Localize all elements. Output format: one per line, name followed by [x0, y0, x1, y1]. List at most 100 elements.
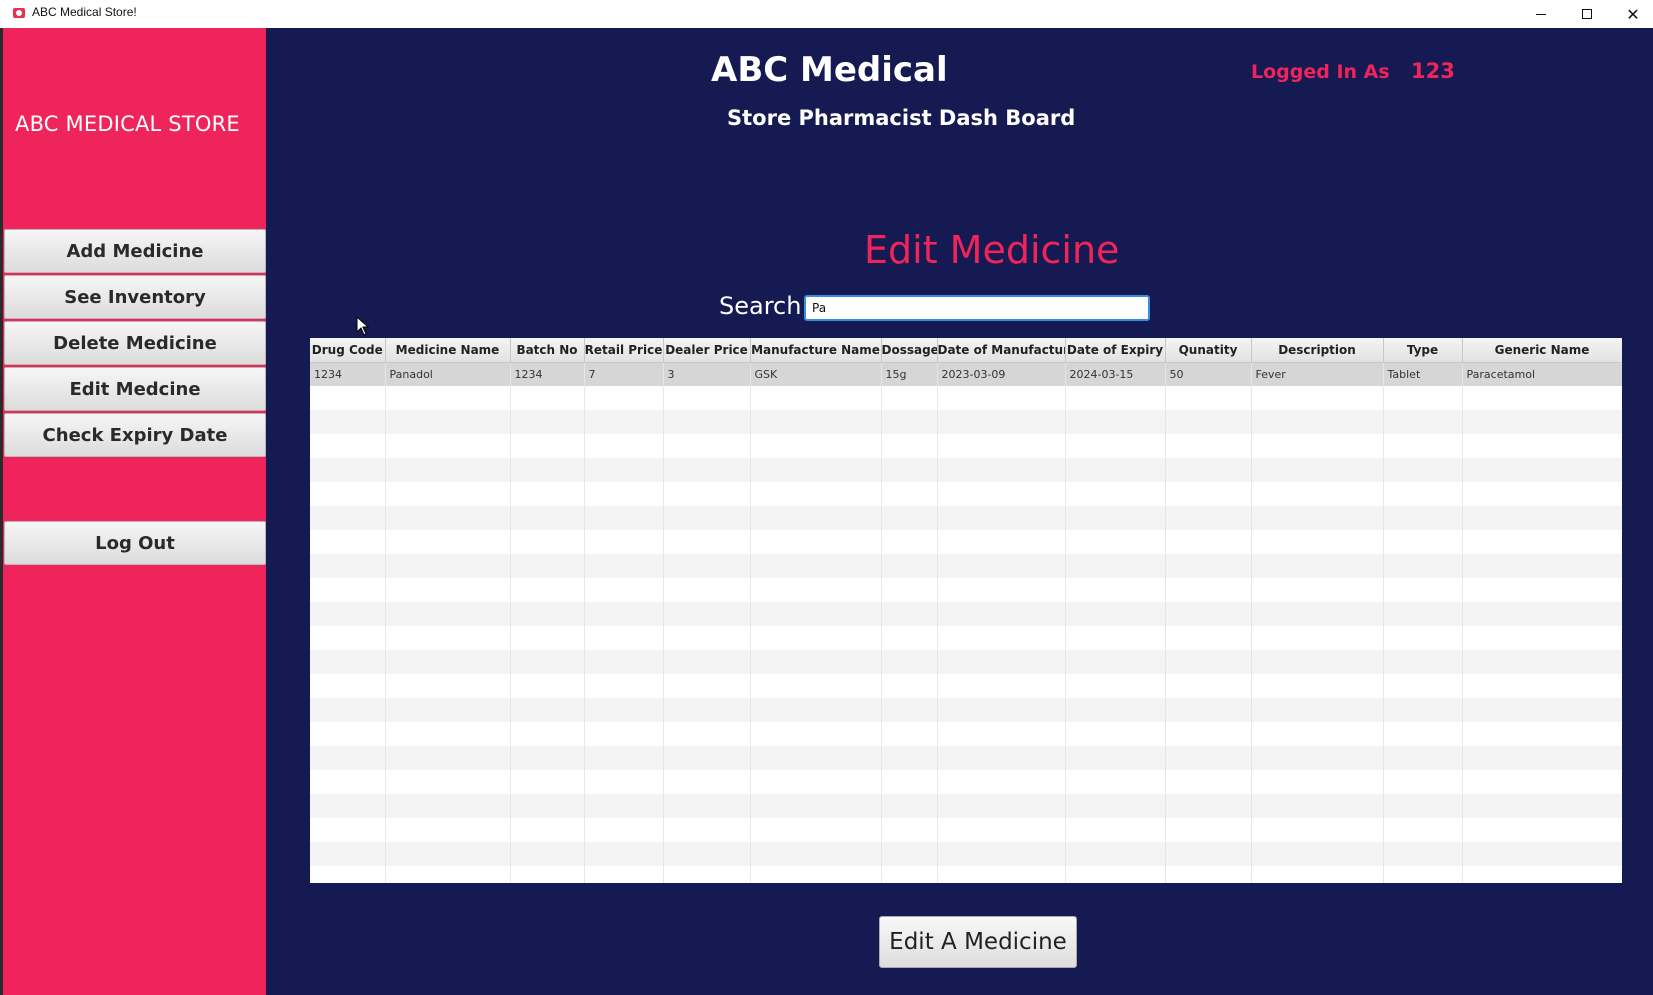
add-medicine-button[interactable]: Add Medicine: [4, 229, 266, 273]
empty-table-cell: [1065, 722, 1166, 746]
empty-table-cell: [310, 386, 386, 410]
column-header[interactable]: Medicine Name: [385, 338, 511, 363]
column-header[interactable]: Type: [1383, 338, 1463, 363]
minimize-icon[interactable]: [1518, 0, 1564, 28]
empty-table-cell: [510, 770, 585, 794]
empty-table-cell: [510, 674, 585, 698]
column-header[interactable]: Date of Manufacture: [937, 338, 1066, 363]
empty-table-cell: [1065, 602, 1166, 626]
empty-table-cell: [1251, 866, 1384, 883]
empty-table-cell: [584, 842, 664, 866]
empty-table-cell: [1383, 722, 1463, 746]
empty-table-cell: [937, 530, 1066, 554]
table-cell: 50: [1165, 362, 1252, 386]
empty-table-cell: [750, 818, 882, 842]
empty-table-cell: [1383, 866, 1463, 883]
column-header[interactable]: Drug Code: [310, 338, 386, 363]
empty-table-cell: [385, 746, 511, 770]
empty-table-cell: [1165, 770, 1252, 794]
empty-table-cell: [881, 722, 938, 746]
empty-table-cell: [310, 626, 386, 650]
empty-table-cell: [937, 794, 1066, 818]
empty-table-cell: [510, 794, 585, 818]
empty-table-cell: [1251, 386, 1384, 410]
empty-table-cell: [385, 458, 511, 482]
column-header[interactable]: Qunatity: [1165, 338, 1252, 363]
column-header[interactable]: Dossage: [881, 338, 938, 363]
empty-table-row: [310, 530, 1622, 554]
empty-table-cell: [1165, 506, 1252, 530]
empty-table-cell: [584, 602, 664, 626]
empty-table-cell: [385, 578, 511, 602]
empty-table-cell: [584, 578, 664, 602]
empty-table-cell: [937, 578, 1066, 602]
maximize-icon[interactable]: [1564, 0, 1610, 28]
empty-table-cell: [1065, 842, 1166, 866]
empty-table-cell: [1383, 554, 1463, 578]
empty-table-cell: [750, 722, 882, 746]
empty-table-cell: [937, 698, 1066, 722]
empty-table-cell: [663, 794, 751, 818]
empty-table-cell: [663, 842, 751, 866]
empty-table-cell: [1383, 434, 1463, 458]
empty-table-cell: [385, 386, 511, 410]
empty-table-cell: [1383, 386, 1463, 410]
empty-table-row: [310, 650, 1622, 674]
search-input[interactable]: [804, 295, 1150, 321]
empty-table-cell: [1165, 410, 1252, 434]
empty-table-cell: [1383, 626, 1463, 650]
empty-table-cell: [750, 674, 882, 698]
empty-table-cell: [750, 578, 882, 602]
column-header[interactable]: Description: [1251, 338, 1384, 363]
medicine-table[interactable]: Drug Code Medicine Name Batch No Retail …: [310, 338, 1622, 883]
empty-table-cell: [750, 458, 882, 482]
empty-table-cell: [881, 626, 938, 650]
empty-table-cell: [881, 458, 938, 482]
empty-table-cell: [1065, 626, 1166, 650]
column-header[interactable]: Batch No: [510, 338, 585, 363]
table-header-row: Drug Code Medicine Name Batch No Retail …: [310, 338, 1622, 363]
empty-table-cell: [663, 386, 751, 410]
empty-table-cell: [1383, 506, 1463, 530]
empty-table-row: [310, 770, 1622, 794]
empty-table-cell: [1165, 650, 1252, 674]
empty-table-cell: [385, 650, 511, 674]
empty-table-cell: [937, 554, 1066, 578]
empty-table-cell: [310, 794, 386, 818]
empty-table-cell: [1383, 842, 1463, 866]
delete-medicine-button[interactable]: Delete Medicine: [4, 321, 266, 365]
empty-table-cell: [937, 386, 1066, 410]
empty-table-cell: [663, 410, 751, 434]
empty-table-row: [310, 554, 1622, 578]
close-icon[interactable]: ✕: [1610, 0, 1653, 28]
window-title: ABC Medical Store!: [32, 5, 137, 19]
log-out-button[interactable]: Log Out: [4, 521, 266, 565]
table-cell: 2024-03-15: [1065, 362, 1166, 386]
window-titlebar: ABC Medical Store! ✕: [0, 0, 1653, 28]
column-header[interactable]: Date of Expiry: [1065, 338, 1166, 363]
table-row[interactable]: 1234 Panadol 1234 7 3 GSK 15g 2023-03-09…: [310, 362, 1622, 386]
empty-table-cell: [385, 770, 511, 794]
column-header[interactable]: Retail Price: [584, 338, 664, 363]
empty-table-cell: [663, 722, 751, 746]
empty-table-cell: [1165, 866, 1252, 883]
edit-medicine-button[interactable]: Edit A Medicine: [879, 916, 1077, 968]
see-inventory-button[interactable]: See Inventory: [4, 275, 266, 319]
column-header[interactable]: Generic Name: [1462, 338, 1622, 363]
empty-table-cell: [750, 794, 882, 818]
column-header[interactable]: Manufacture Name: [750, 338, 882, 363]
empty-table-cell: [310, 746, 386, 770]
column-header[interactable]: Dealer Price: [663, 338, 751, 363]
empty-table-cell: [1251, 410, 1384, 434]
empty-table-row: [310, 626, 1622, 650]
empty-table-cell: [310, 530, 386, 554]
empty-table-cell: [1065, 866, 1166, 883]
empty-table-cell: [1065, 578, 1166, 602]
empty-table-cell: [385, 842, 511, 866]
edit-medicine-nav-button[interactable]: Edit Medcine: [4, 367, 266, 411]
empty-table-cell: [1251, 722, 1384, 746]
empty-table-cell: [937, 722, 1066, 746]
empty-table-cell: [1165, 458, 1252, 482]
app-icon: [13, 8, 25, 18]
check-expiry-date-button[interactable]: Check Expiry Date: [4, 413, 266, 457]
